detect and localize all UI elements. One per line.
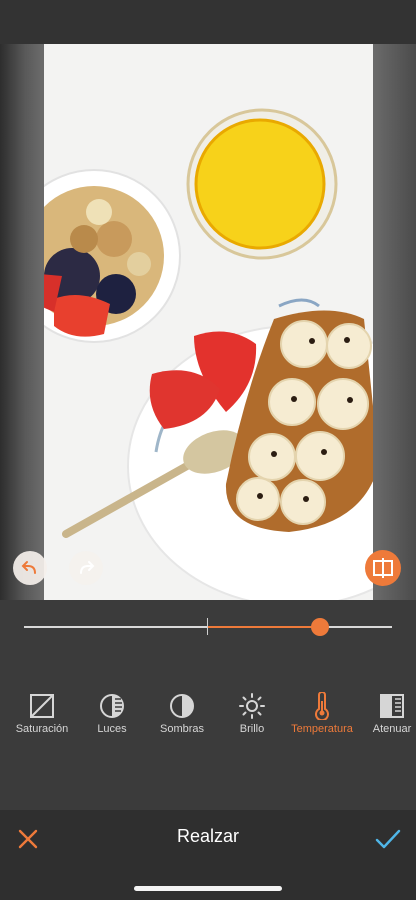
apply-button[interactable] xyxy=(374,825,402,853)
undo-button[interactable] xyxy=(13,551,47,585)
redo-button[interactable] xyxy=(69,551,103,585)
photo-preview[interactable] xyxy=(44,44,373,600)
intensity-readout: 66 xyxy=(196,530,220,552)
compare-split-button[interactable] xyxy=(365,550,401,586)
adjustment-slider-fill xyxy=(208,626,320,628)
slider-center-mark xyxy=(207,618,208,635)
status-bar xyxy=(0,0,416,44)
redo-icon xyxy=(80,561,95,574)
split-view-icon xyxy=(373,558,393,578)
home-indicator xyxy=(134,886,282,891)
screen-title: Realzar xyxy=(176,826,240,846)
close-icon xyxy=(18,829,38,849)
adjustment-slider-handle[interactable] xyxy=(311,618,329,636)
checkmark-icon xyxy=(375,829,401,849)
cancel-button[interactable] xyxy=(14,825,42,853)
fade-icon xyxy=(347,692,416,720)
undo-icon xyxy=(21,561,36,574)
tool-label: Atenuar xyxy=(372,723,412,735)
tool-fade[interactable]: Atenuar xyxy=(347,692,416,735)
